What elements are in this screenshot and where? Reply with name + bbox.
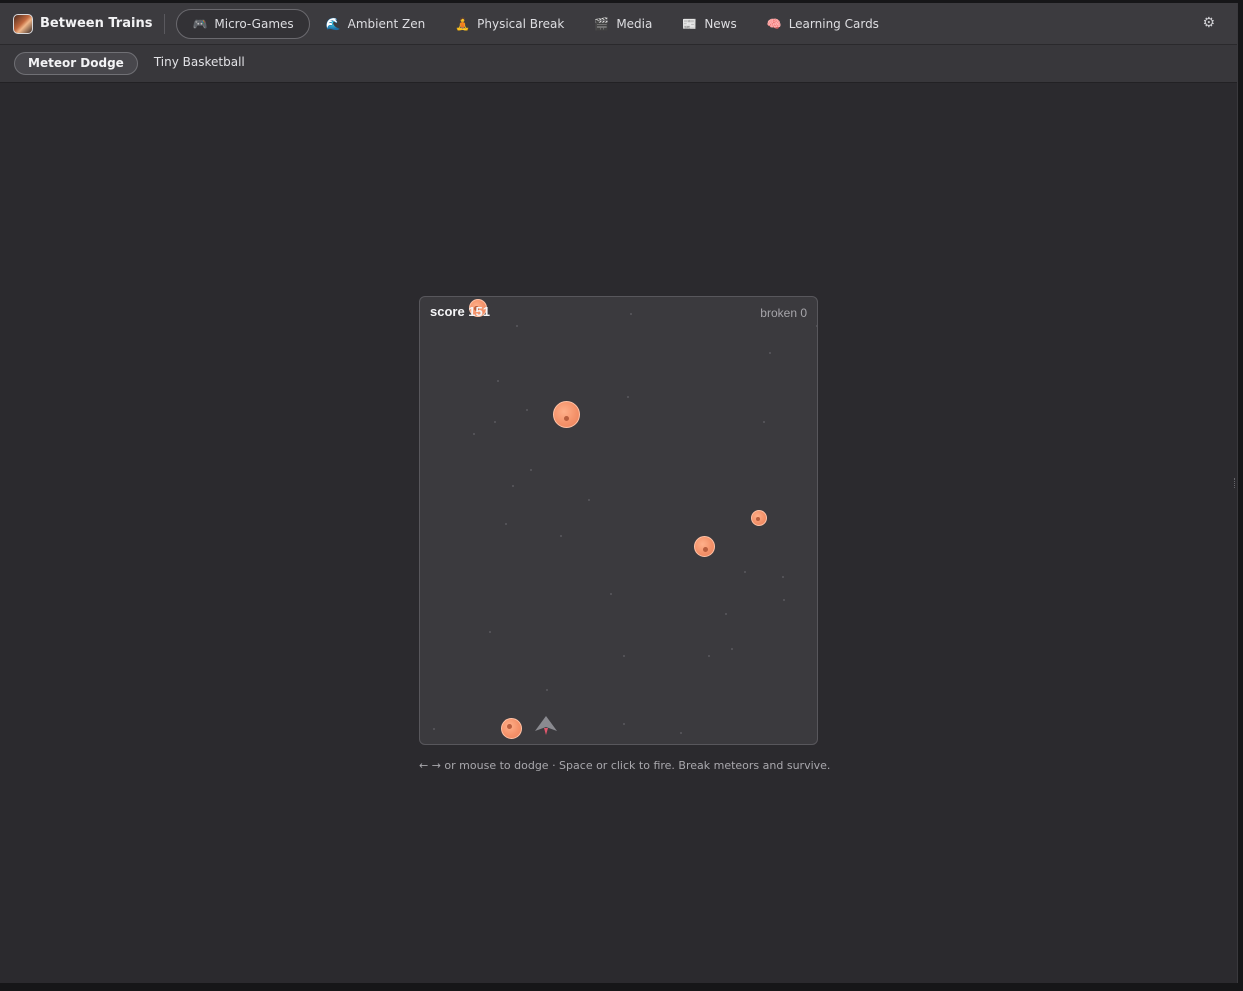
game-selector-bar: Meteor Dodge Tiny Basketball: [0, 45, 1237, 83]
tab-label: Physical Break: [477, 16, 565, 31]
star: [783, 599, 785, 601]
score-label: score 151: [430, 304, 490, 319]
tab-micro-games[interactable]: 🎮 Micro-Games: [176, 8, 310, 39]
newspaper-icon: 📰: [682, 16, 698, 31]
tab-news[interactable]: 📰 News: [668, 9, 750, 39]
star: [560, 535, 562, 537]
resize-handle[interactable]: [1234, 478, 1238, 488]
star: [546, 689, 548, 691]
star: [497, 380, 499, 382]
meteor: [751, 510, 767, 526]
meteor: [501, 718, 522, 739]
star: [630, 313, 632, 315]
star: [744, 571, 746, 573]
meteor-crater: [564, 416, 569, 421]
brain-icon: 🧠: [766, 16, 782, 31]
category-tabs: 🎮 Micro-Games 🌊 Ambient Zen 🧘 Physical B…: [176, 8, 895, 39]
star: [725, 613, 727, 615]
player-ship: [535, 716, 557, 735]
star: [494, 421, 496, 423]
meteor-crater: [756, 517, 760, 521]
clapper-icon: 🎬: [594, 16, 610, 31]
star: [769, 352, 771, 354]
tab-label: Micro-Games: [214, 16, 294, 31]
subtab-meteor-dodge[interactable]: Meteor Dodge: [14, 52, 138, 75]
tab-label: Ambient Zen: [347, 16, 426, 31]
nav-divider: [164, 13, 166, 34]
top-nav-bar: Between Trains 🎮 Micro-Games 🌊 Ambient Z…: [0, 3, 1237, 45]
tab-label: Learning Cards: [788, 16, 879, 31]
app-title: Between Trains: [40, 16, 153, 31]
broken-count-label: broken 0: [760, 306, 807, 320]
controls-hint: ← → or mouse to dodge · Space or click t…: [419, 759, 831, 772]
app-window: Between Trains 🎮 Micro-Games 🌊 Ambient Z…: [0, 3, 1238, 983]
meteor-crater: [507, 724, 512, 729]
star: [816, 325, 817, 327]
star: [763, 421, 765, 423]
brand[interactable]: Between Trains: [0, 3, 152, 44]
star: [627, 396, 629, 398]
ship-flame: [544, 728, 548, 735]
star: [512, 485, 514, 487]
star: [623, 723, 625, 725]
star: [680, 732, 682, 734]
meditation-icon: 🧘: [455, 16, 471, 31]
tab-physical-break[interactable]: 🧘 Physical Break: [441, 9, 578, 39]
tab-label: News: [704, 16, 737, 31]
tab-media[interactable]: 🎬 Media: [580, 9, 666, 39]
star: [610, 593, 612, 595]
tab-learning-cards[interactable]: 🧠 Learning Cards: [753, 9, 893, 39]
star: [473, 433, 475, 435]
star: [489, 631, 491, 633]
star: [623, 655, 625, 657]
subtab-tiny-basketball[interactable]: Tiny Basketball: [141, 52, 258, 75]
star: [526, 409, 528, 411]
game-canvas[interactable]: score 151 broken 0: [419, 296, 818, 745]
star: [731, 648, 733, 650]
gear-icon[interactable]: ⚙: [1202, 15, 1215, 31]
gamepad-icon: 🎮: [192, 16, 208, 31]
star: [530, 469, 532, 471]
star: [505, 523, 507, 525]
meteor-crater: [703, 547, 708, 552]
star: [588, 499, 590, 501]
tab-ambient-zen[interactable]: 🌊 Ambient Zen: [312, 9, 440, 39]
meteor: [553, 401, 580, 428]
app-logo-icon: [13, 13, 33, 34]
star: [516, 325, 518, 327]
meteor: [694, 536, 715, 557]
star: [708, 655, 710, 657]
star: [433, 728, 435, 730]
star: [782, 576, 784, 578]
wave-icon: 🌊: [325, 16, 341, 31]
tab-label: Media: [616, 16, 653, 31]
